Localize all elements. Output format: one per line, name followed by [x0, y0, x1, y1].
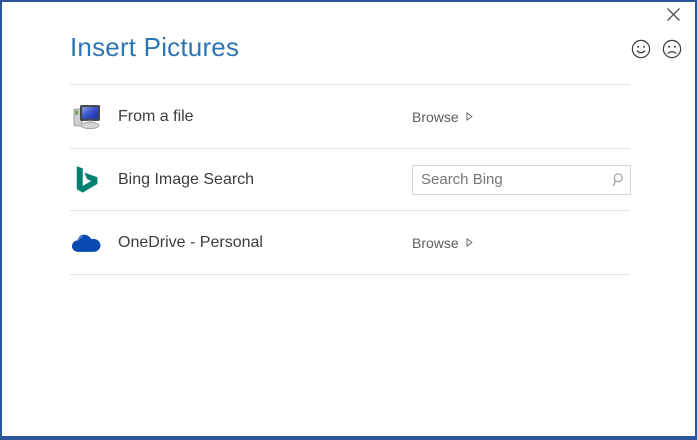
browse-onedrive-link[interactable]: Browse	[412, 235, 473, 251]
browse-arrow-icon	[466, 109, 473, 125]
browse-from-file-link[interactable]: Browse	[412, 109, 473, 125]
browse-arrow-icon	[466, 235, 473, 251]
bing-search-input[interactable]	[412, 164, 631, 195]
row-label: From a file	[118, 107, 194, 125]
page-title: Insert Pictures	[70, 32, 240, 62]
source-list: From a file Browse Bing Image Search Sea…	[70, 84, 631, 275]
close-icon	[666, 7, 681, 27]
onedrive-icon	[70, 232, 104, 254]
bing-icon	[70, 166, 104, 193]
computer-icon	[70, 102, 104, 132]
close-button[interactable]	[665, 7, 681, 27]
bing-search-box	[412, 164, 631, 195]
row-label: OneDrive - Personal	[118, 233, 263, 251]
search-magnifier-icon[interactable]	[609, 172, 625, 188]
row-label: Bing Image Search	[118, 170, 255, 188]
smiley-happy-icon[interactable]	[631, 39, 651, 59]
row-from-file: From a file Browse	[70, 85, 630, 149]
smiley-sad-icon[interactable]	[662, 39, 682, 59]
insert-pictures-dialog: Insert Pictures From a file Browse Bing …	[0, 0, 697, 440]
row-onedrive: OneDrive - Personal Browse	[70, 211, 630, 275]
feedback-buttons	[631, 39, 682, 59]
browse-label: Browse	[412, 234, 459, 251]
row-bing-search: Bing Image Search	[70, 149, 631, 211]
browse-label: Browse	[412, 108, 459, 125]
